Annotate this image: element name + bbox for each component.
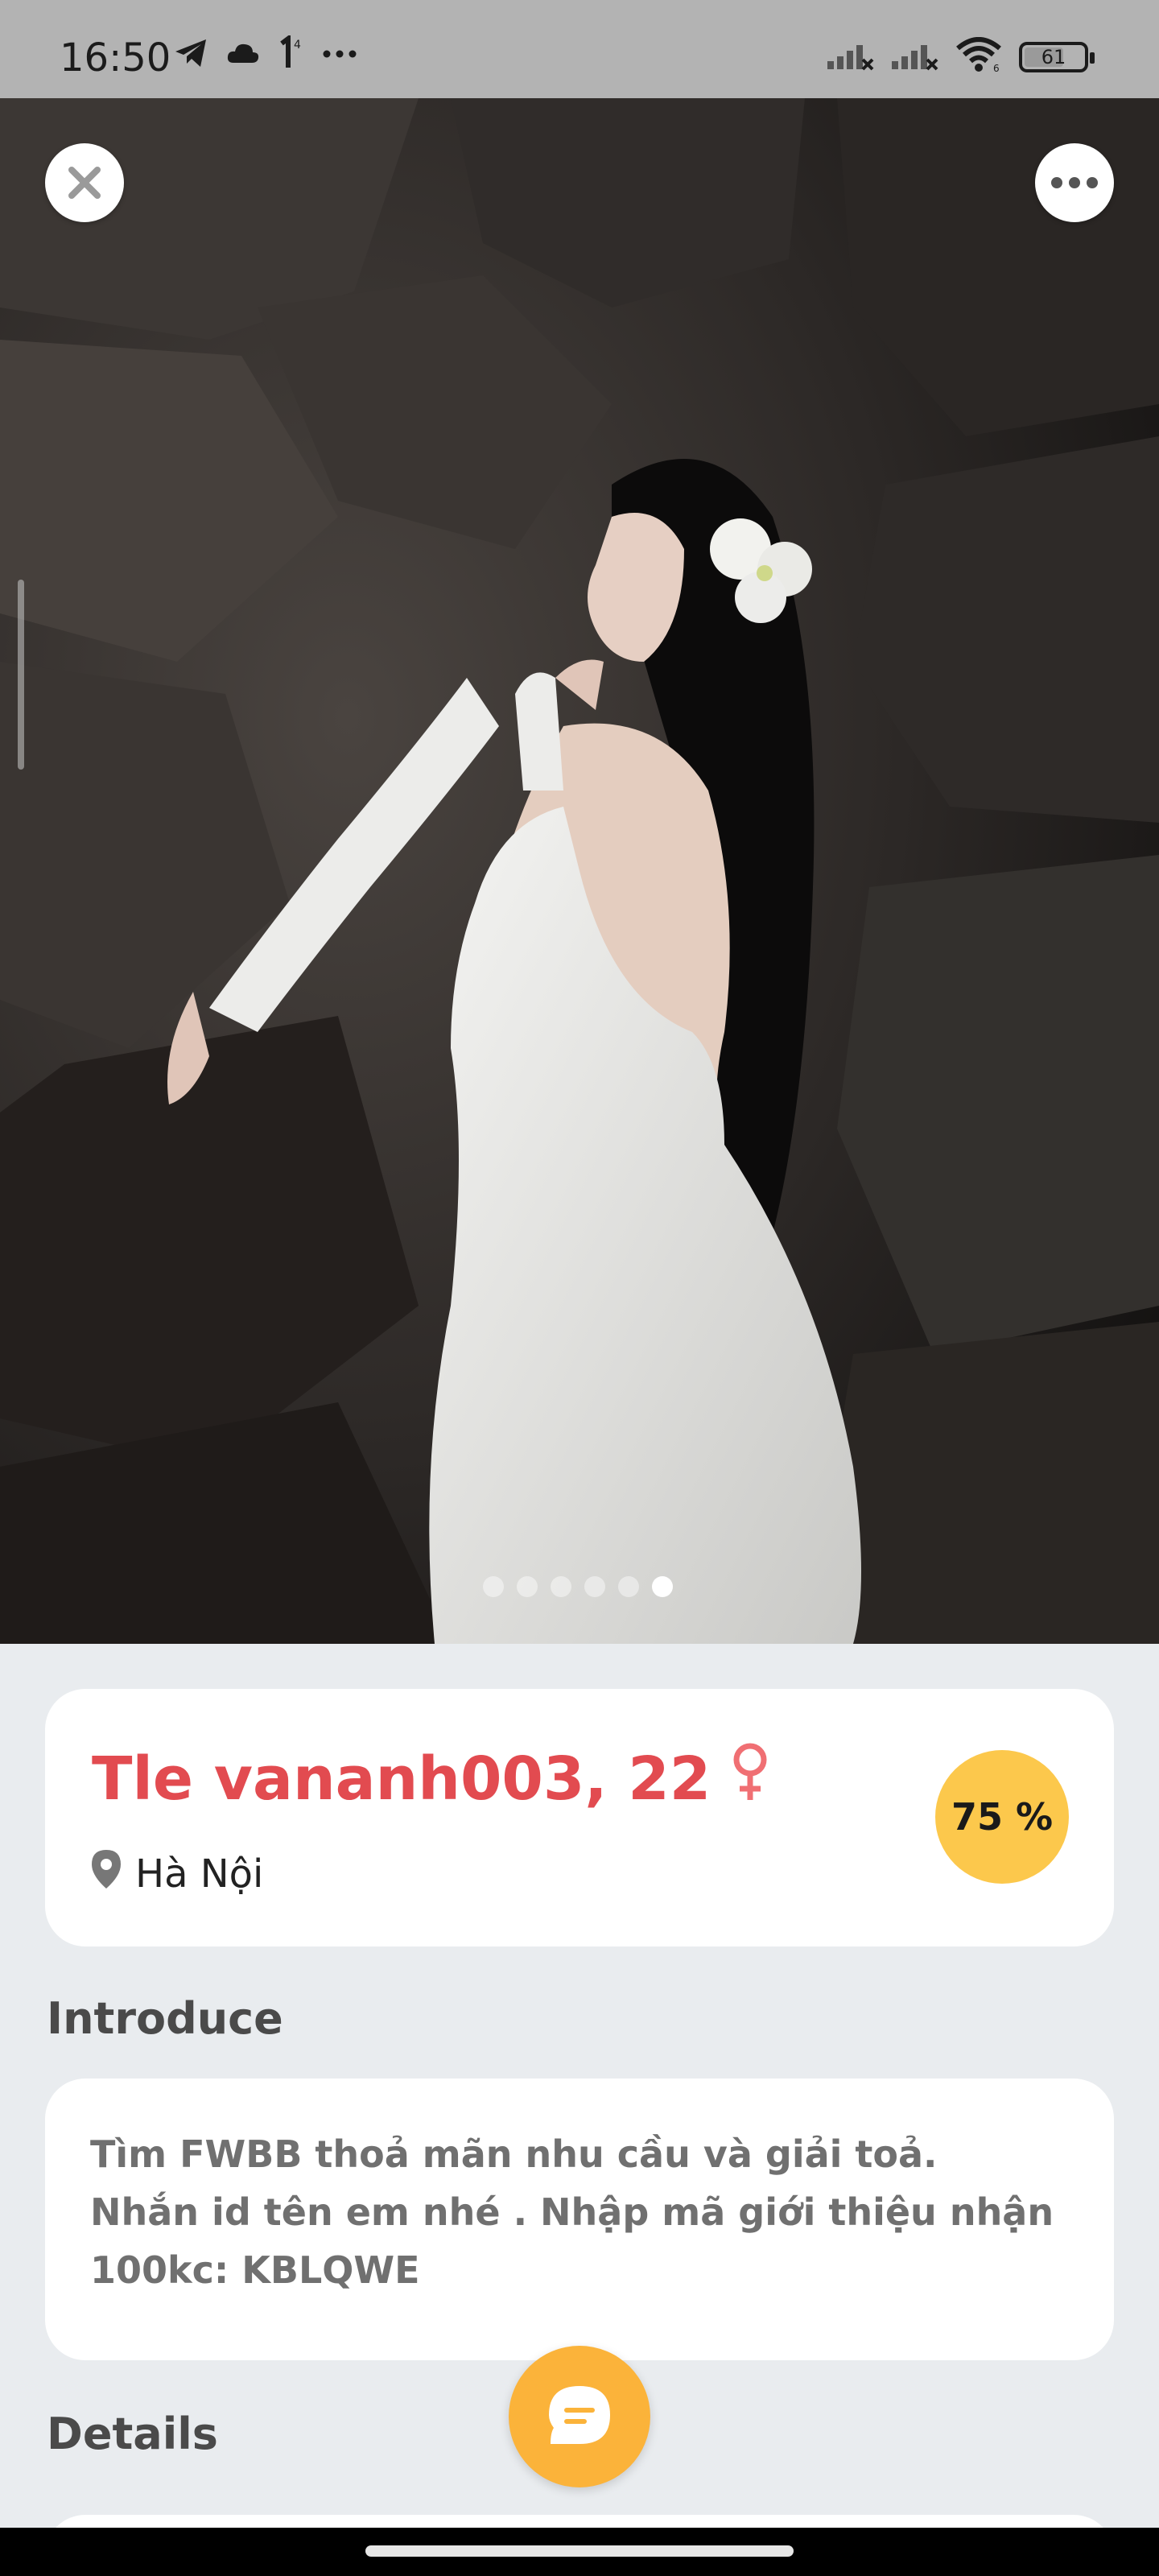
female-icon: [730, 1742, 770, 1816]
introduce-card: Tìm FWBB thoả mãn nhu cầu và giải toả. N…: [45, 2079, 1114, 2360]
close-button[interactable]: [45, 143, 124, 222]
telegram-icon: [174, 37, 209, 73]
profile-name: Tle vananh003, 22: [92, 1744, 711, 1814]
profile-card: Tle vananh003, 22 Hà Nội 75 %: [45, 1689, 1114, 1946]
svg-text:6: 6: [993, 63, 1000, 72]
status-bar: 16:50 4 6 61: [0, 0, 1159, 98]
status-left-icons: 4: [174, 34, 357, 75]
profile-name-line: Tle vananh003, 22: [92, 1742, 770, 1816]
cloud-icon: [225, 40, 261, 70]
more-horizontal-icon: [1051, 177, 1098, 188]
introduce-text: Tìm FWBB thoả mãn nhu cầu và giải toả. N…: [90, 2132, 1054, 2292]
more-options-button[interactable]: [1035, 143, 1114, 222]
location-pin-icon: [90, 1848, 122, 1900]
wifi-icon: 6: [955, 37, 1004, 76]
signal-icon: [826, 39, 876, 75]
home-indicator[interactable]: [365, 2545, 794, 2557]
pager-dot-active[interactable]: [652, 1576, 673, 1597]
notification-icon: 4: [277, 34, 306, 75]
chat-bubble-icon: [549, 2386, 610, 2444]
scroll-indicator: [18, 580, 24, 770]
location-text: Hà Nội: [135, 1852, 264, 1897]
signal-icon: [890, 39, 940, 75]
details-heading: Details: [47, 2409, 218, 2459]
profile-location: Hà Nội: [90, 1848, 263, 1900]
pager-dot[interactable]: [618, 1576, 639, 1597]
system-nav-bar: [0, 2528, 1159, 2576]
match-percent-badge: 75 %: [935, 1750, 1069, 1884]
status-right-icons: 6 61: [826, 37, 1095, 76]
pager-dot[interactable]: [584, 1576, 605, 1597]
more-dots-icon: [322, 48, 357, 63]
chat-button[interactable]: [509, 2346, 650, 2487]
pager-dot[interactable]: [551, 1576, 571, 1597]
pager-dot[interactable]: [517, 1576, 538, 1597]
introduce-heading: Introduce: [47, 1993, 283, 2044]
battery-level: 61: [1041, 45, 1066, 68]
battery-icon: 61: [1019, 41, 1095, 72]
photo-pager[interactable]: [483, 1576, 673, 1597]
svg-text:4: 4: [294, 39, 301, 52]
close-icon: [68, 167, 101, 199]
pager-dot[interactable]: [483, 1576, 504, 1597]
status-time: 16:50: [60, 35, 171, 80]
profile-photo[interactable]: [0, 98, 1159, 1644]
